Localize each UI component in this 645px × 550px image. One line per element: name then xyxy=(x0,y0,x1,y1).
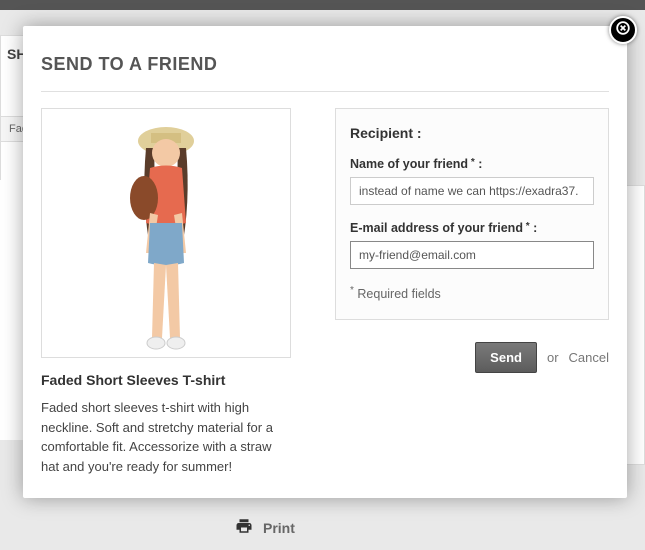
print-icon xyxy=(235,517,263,538)
recipient-form: Recipient : Name of your friend * : E-ma… xyxy=(335,108,609,320)
product-image xyxy=(41,108,291,358)
friend-name-input[interactable] xyxy=(350,177,594,205)
friend-name-label: Name of your friend * : xyxy=(350,157,594,171)
friend-email-input[interactable] xyxy=(350,241,594,269)
product-illustration xyxy=(96,113,236,353)
send-to-friend-modal: SEND TO A FRIEND xyxy=(23,26,627,498)
close-icon xyxy=(616,21,630,40)
send-button[interactable]: Send xyxy=(475,342,537,373)
print-label: Print xyxy=(263,520,295,536)
or-text: or xyxy=(547,350,559,365)
modal-title: SEND TO A FRIEND xyxy=(41,54,609,92)
cancel-link[interactable]: Cancel xyxy=(569,350,609,365)
friend-email-label: E-mail address of your friend * : xyxy=(350,221,594,235)
modal-actions: Send or Cancel xyxy=(335,342,609,373)
close-button[interactable] xyxy=(609,16,637,44)
product-title: Faded Short Sleeves T-shirt xyxy=(41,372,293,388)
product-description: Faded short sleeves t-shirt with high ne… xyxy=(41,398,293,476)
topbar xyxy=(0,0,645,10)
required-fields-note: * Required fields xyxy=(350,285,594,301)
print-link[interactable]: Print xyxy=(235,517,295,538)
recipient-heading: Recipient : xyxy=(350,125,594,141)
